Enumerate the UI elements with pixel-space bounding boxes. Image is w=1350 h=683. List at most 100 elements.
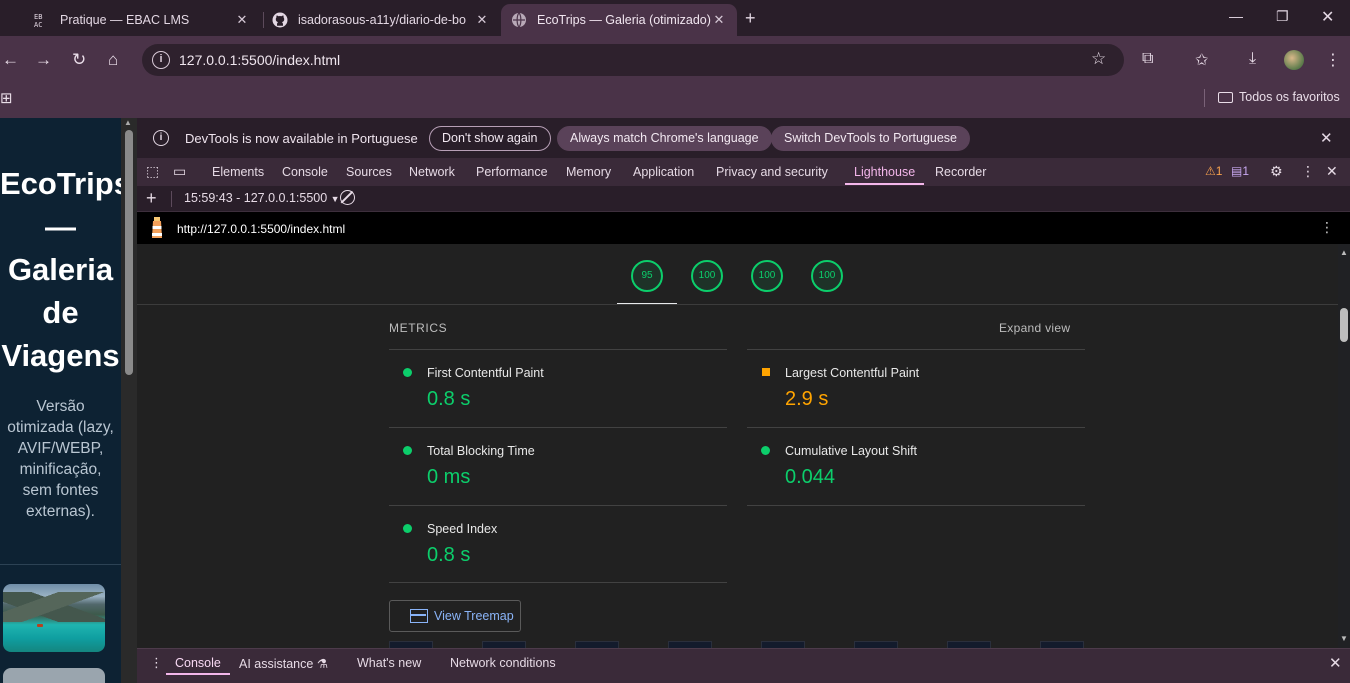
score-gauge-best-practices[interactable]: 100 [751, 260, 783, 292]
scroll-up-icon[interactable]: ▲ [124, 118, 132, 127]
scrollbar-thumb[interactable] [1340, 308, 1348, 342]
average-square-icon [762, 368, 770, 376]
metric-divider [389, 427, 727, 428]
tab-sources[interactable]: Sources [346, 165, 392, 179]
settings-gear-icon[interactable]: ⚙ [1270, 163, 1283, 180]
score-gauge-accessibility[interactable]: 100 [691, 260, 723, 292]
metric-value-tbt: 0 ms [427, 466, 471, 488]
home-icon[interactable]: ⌂ [108, 50, 118, 70]
gallery-image-next[interactable] [3, 668, 105, 683]
drawer-tab-console[interactable]: Console [175, 656, 221, 670]
drawer-active-indicator [166, 673, 230, 675]
close-devtools-icon[interactable]: ✕ [1326, 163, 1338, 180]
devtools-menu-icon[interactable]: ⋮ [1301, 163, 1315, 180]
drawer-tab-ai-label: AI assistance [239, 657, 314, 671]
always-match-language-button[interactable]: Always match Chrome's language [557, 126, 772, 151]
score-gauge-seo[interactable]: 100 [811, 260, 843, 292]
browser-tab-ebac[interactable]: EB AC Pratique — EBAC LMS ✕ [24, 4, 260, 36]
tab-elements[interactable]: Elements [212, 165, 264, 179]
metric-value-cls: 0.044 [785, 466, 836, 488]
window-close-icon[interactable]: ✕ [1321, 7, 1334, 27]
pass-dot-icon [403, 446, 412, 455]
scrollbar-thumb[interactable] [125, 130, 133, 375]
treemap-icon [410, 609, 428, 623]
score-gauge-performance[interactable]: 95 [631, 260, 663, 292]
metric-divider [747, 349, 1085, 350]
scroll-up-icon[interactable]: ▲ [1340, 248, 1348, 257]
browser-tab-ecotrips[interactable]: EcoTrips — Galeria (otimizado) ✕ [501, 4, 737, 36]
message-icon: ▤ [1231, 164, 1243, 178]
metric-divider [389, 349, 727, 350]
tab-console[interactable]: Console [282, 165, 328, 179]
drawer-tab-network-conditions[interactable]: Network conditions [450, 656, 556, 670]
toolbar-divider [171, 191, 172, 207]
metric-label-si: Speed Index [427, 522, 498, 536]
apps-grid-icon[interactable]: ⊞ [0, 89, 13, 107]
messages-counter[interactable]: ▤1 [1231, 164, 1249, 178]
forward-icon[interactable]: → [35, 50, 52, 70]
dropdown-arrow-icon: ▼ [330, 194, 340, 204]
metrics-heading: METRICS [389, 321, 448, 335]
restore-icon[interactable]: ❐ [1276, 8, 1289, 25]
tab-lighthouse[interactable]: Lighthouse [854, 165, 915, 179]
metric-value-fcp: 0.8 s [427, 388, 471, 410]
metric-value-si: 0.8 s [427, 544, 471, 566]
drawer-tab-whats-new[interactable]: What's new [357, 656, 421, 670]
close-tab-icon[interactable]: ✕ [234, 12, 250, 28]
bookmark-star-icon[interactable]: ☆ [1091, 49, 1106, 69]
reading-list-icon[interactable]: ✩ [1195, 50, 1208, 70]
svg-text:EB: EB [34, 13, 42, 21]
report-divider [137, 304, 1338, 305]
expand-view-toggle[interactable]: Expand view [999, 321, 1070, 335]
back-icon[interactable]: ← [2, 50, 19, 70]
tab-application[interactable]: Application [633, 165, 694, 179]
tab-title: EcoTrips — Galeria (otimizado) [537, 13, 711, 27]
report-menu-icon[interactable]: ⋮ [1320, 219, 1334, 236]
menu-kebab-icon[interactable]: ⋮ [1325, 50, 1341, 70]
scroll-down-icon[interactable]: ▼ [1340, 634, 1348, 643]
page-scrollbar[interactable]: ▲ [121, 118, 137, 683]
drawer-menu-icon[interactable]: ⋮ [150, 655, 163, 671]
page-title: EcoTrips — Galeria de Viagens [0, 166, 121, 373]
address-url[interactable]: 127.0.0.1:5500/index.html [179, 52, 340, 68]
browser-tab-github[interactable]: isadorasous-a11y/diario-de-bo ✕ [262, 4, 500, 36]
dont-show-again-button[interactable]: Don't show again [429, 126, 551, 151]
close-tab-icon[interactable]: ✕ [711, 12, 727, 28]
flask-icon: ⚗ [316, 657, 329, 671]
site-info-icon[interactable]: i [152, 51, 170, 69]
device-toolbar-icon[interactable]: ▭ [173, 163, 186, 180]
new-tab-button[interactable]: + [745, 8, 756, 29]
warning-icon: ⚠ [1205, 164, 1216, 178]
pass-dot-icon [761, 446, 770, 455]
view-treemap-label: View Treemap [434, 609, 514, 623]
clear-reports-icon[interactable] [340, 190, 355, 205]
report-select-value: 15:59:43 - 127.0.0.1:5500 [184, 191, 328, 205]
report-select[interactable]: 15:59:43 - 127.0.0.1:5500 ▼ [184, 191, 340, 205]
close-tab-icon[interactable]: ✕ [474, 12, 490, 28]
tab-performance[interactable]: Performance [476, 165, 548, 179]
reload-icon[interactable]: ↻ [72, 50, 86, 70]
tab-recorder[interactable]: Recorder [935, 165, 986, 179]
web-page: EcoTrips — Galeria de Viagens Versão oti… [0, 118, 121, 683]
metric-label-fcp: First Contentful Paint [427, 366, 544, 380]
report-scrollbar[interactable]: ▲ ▼ [1338, 244, 1350, 648]
new-report-icon[interactable]: + [146, 188, 157, 209]
all-bookmarks-button[interactable]: Todos os favoritos [1218, 90, 1340, 104]
close-infobar-icon[interactable]: ✕ [1320, 129, 1333, 147]
close-drawer-icon[interactable]: ✕ [1329, 654, 1342, 672]
tab-network[interactable]: Network [409, 165, 455, 179]
tab-privacy-security[interactable]: Privacy and security [716, 165, 828, 179]
profile-avatar[interactable] [1284, 50, 1304, 70]
svg-text:AC: AC [34, 21, 42, 28]
downloads-icon[interactable]: ⤓ [1249, 50, 1256, 68]
switch-devtools-language-button[interactable]: Switch DevTools to Portuguese [771, 126, 971, 151]
gallery-image-lake[interactable] [3, 584, 105, 652]
folder-icon [1218, 91, 1233, 103]
tab-memory[interactable]: Memory [566, 165, 611, 179]
drawer-tab-ai-assistance[interactable]: AI assistance ⚗ [239, 656, 328, 671]
minimize-icon[interactable]: — [1229, 8, 1243, 24]
extensions-icon[interactable]: ⧉ [1142, 50, 1153, 68]
warnings-counter[interactable]: ⚠1 [1205, 164, 1222, 178]
inspect-element-icon[interactable]: ⬚ [146, 163, 159, 180]
warnings-count: 1 [1215, 164, 1223, 178]
